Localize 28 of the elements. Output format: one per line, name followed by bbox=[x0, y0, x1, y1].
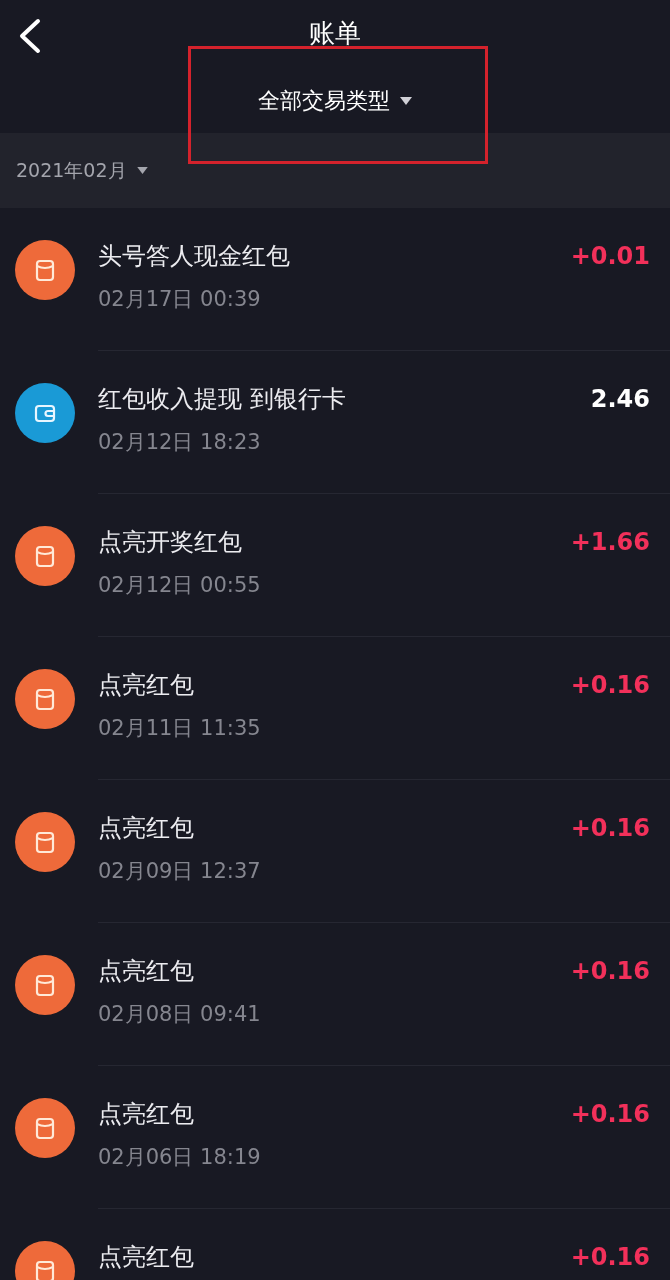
transaction-type-dropdown[interactable]: 全部交易类型 bbox=[258, 85, 412, 117]
transaction-time: 02月08日 09:41 bbox=[98, 1001, 261, 1028]
transaction-time: 02月12日 00:55 bbox=[98, 572, 261, 599]
transaction-title: 点亮红包 bbox=[98, 956, 195, 987]
caret-icon bbox=[400, 97, 412, 105]
transaction-time: 02月11日 11:35 bbox=[98, 715, 261, 742]
transaction-time: 02月09日 12:37 bbox=[98, 858, 261, 885]
transaction-amount: +0.16 bbox=[570, 1099, 650, 1130]
month-selector[interactable]: 2021年02月 bbox=[16, 156, 148, 185]
transaction-amount: +0.16 bbox=[570, 1242, 650, 1273]
transaction-amount: +0.16 bbox=[570, 956, 650, 987]
page-title: 账单 bbox=[309, 17, 361, 50]
transaction-title: 点亮红包 bbox=[98, 813, 195, 844]
transaction-amount: +1.66 bbox=[570, 527, 650, 558]
transaction-amount: +0.16 bbox=[570, 813, 650, 844]
transaction-time: 02月06日 18:19 bbox=[98, 1144, 261, 1171]
transaction-title: 点亮开奖红包 bbox=[98, 527, 243, 558]
transaction-time: 02月12日 18:23 bbox=[98, 429, 262, 456]
transaction-amount: +0.01 bbox=[570, 241, 650, 272]
transaction-amount: 2.46 bbox=[590, 384, 650, 415]
transaction-title: 头号答人现金红包 bbox=[98, 241, 290, 272]
transaction-title: 点亮红包 bbox=[98, 670, 195, 701]
transaction-amount: +0.16 bbox=[570, 670, 650, 701]
caret-icon bbox=[136, 167, 148, 174]
transaction-title: 点亮红包 bbox=[98, 1242, 194, 1273]
transaction-title: 点亮红包 bbox=[98, 1099, 195, 1130]
transaction-time: 02月17日 00:39 bbox=[98, 286, 262, 313]
transaction-title: 红包收入提现 到银行卡 bbox=[98, 384, 346, 415]
